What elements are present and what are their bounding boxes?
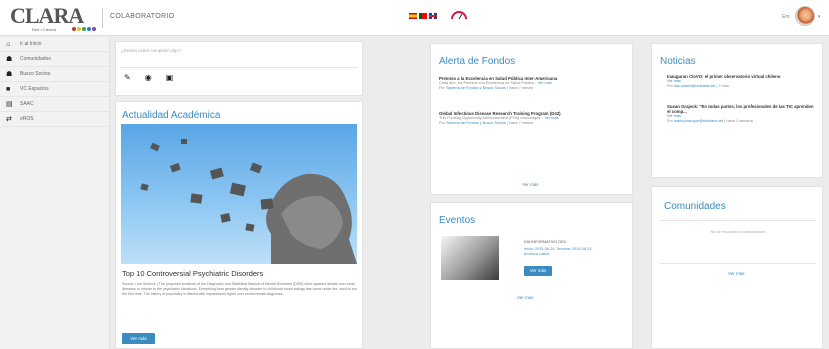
document-icon: ▤ bbox=[6, 101, 13, 108]
author-link[interactable]: maria.pracique@redclara.net bbox=[674, 119, 723, 123]
empty-text: No se encontraron comunidades bbox=[710, 230, 766, 234]
ver-mas-link[interactable]: Ver más bbox=[667, 114, 681, 118]
share-post-panel: ¿Desea usted compartir algo? ✎ ◉ ▣ bbox=[115, 41, 363, 96]
pencil-icon[interactable]: ✎ bbox=[124, 73, 131, 82]
camera-icon[interactable]: ◉ bbox=[145, 73, 152, 82]
by-label: Por bbox=[439, 86, 445, 90]
panel-title: Eventos bbox=[439, 215, 476, 226]
people-icon: ☗ bbox=[6, 71, 13, 78]
events-panel: Eventos DÍA INFORMATIVO DDC Inicio: 2015… bbox=[430, 202, 633, 349]
ver-mas-link[interactable]: Ver más bbox=[522, 182, 539, 187]
sidebar-item-busco-socios[interactable]: ☗ Busco Socios bbox=[0, 67, 109, 82]
share-input[interactable]: ¿Desea usted compartir algo? bbox=[121, 48, 181, 53]
ver-mas-button[interactable]: Ver más bbox=[524, 266, 552, 276]
article-title[interactable]: Top 10 Controversial Psychiatric Disorde… bbox=[122, 269, 263, 278]
fund-item-desc: Cada año, los Premios a la Excelencia en… bbox=[439, 81, 537, 85]
divider bbox=[120, 67, 358, 68]
header-divider bbox=[102, 8, 103, 28]
sidebar-item-label: SAAC bbox=[20, 101, 34, 107]
logo-dots bbox=[72, 27, 96, 31]
flag-spain-icon[interactable] bbox=[409, 13, 417, 19]
sidebar-item-label: Ir al Inicio bbox=[20, 41, 42, 47]
sidebar: ⌂ Ir al Inicio ☗ Comunidades ☗ Busco Socios… bbox=[0, 37, 110, 349]
sidebar-item-label: Busco Socios bbox=[20, 71, 51, 77]
gauge-icon[interactable] bbox=[450, 9, 468, 21]
user-name[interactable]: Em bbox=[782, 14, 790, 20]
clara-logo[interactable]: CLARA Red • Ciencia bbox=[10, 5, 98, 33]
event-place: América Latina bbox=[524, 252, 550, 256]
event-item: DÍA INFORMATIVO DDC Inicio: 2015-06-24, … bbox=[524, 240, 629, 257]
video-icon: ■ bbox=[6, 86, 11, 93]
ver-mas-link[interactable]: Ver más bbox=[545, 116, 559, 120]
ver-mas-link[interactable]: Ver más bbox=[538, 81, 552, 85]
time-ago: | Hace 1 semana bbox=[724, 119, 753, 123]
sidebar-item-inicio[interactable]: ⌂ Ir al Inicio bbox=[0, 37, 109, 52]
chevron-down-icon[interactable]: ▾ bbox=[818, 14, 821, 20]
ver-mas-link[interactable]: Ver más bbox=[728, 271, 745, 276]
event-image[interactable] bbox=[441, 236, 499, 280]
panel-title: Comunidades bbox=[664, 201, 726, 212]
film-icon[interactable]: ▣ bbox=[166, 73, 174, 82]
sidebar-item-label: Comunidades bbox=[20, 56, 51, 62]
top-header: CLARA Red • Ciencia COLABORATORIO Em ▾ bbox=[0, 0, 829, 36]
news-item: Susan Grajeck: "En todas partes, los pro… bbox=[667, 104, 817, 124]
author-link[interactable]: Sistema de Fondos y Busco Socios bbox=[446, 121, 506, 125]
exchange-icon: ⇄ bbox=[6, 116, 12, 123]
time-ago: | 7 días bbox=[716, 84, 729, 88]
panel-title: Noticias bbox=[660, 56, 696, 67]
time-ago: | Hace 7 meses bbox=[506, 121, 534, 125]
article-image[interactable] bbox=[121, 124, 357, 264]
news-item: Inauguran CloVO: el primer observatorio … bbox=[667, 74, 817, 89]
article-text: Source: Live Science | The proposed revi… bbox=[122, 282, 357, 297]
flag-portugal-icon[interactable] bbox=[419, 13, 427, 19]
logo-tagline: Red • Ciencia bbox=[32, 27, 57, 32]
academic-news-panel: Actualidad Académica Top 10 Controversia… bbox=[115, 101, 363, 349]
panel-title: Actualidad Académica bbox=[122, 110, 221, 121]
sidebar-item-label: VC Espacios bbox=[20, 86, 49, 92]
logo-text: CLARA bbox=[10, 3, 84, 28]
home-icon: ⌂ bbox=[6, 41, 11, 48]
time-ago: | Hace 7 meses bbox=[506, 86, 534, 90]
sidebar-item-label: eROS bbox=[20, 116, 34, 122]
sidebar-item-comunidades[interactable]: ☗ Comunidades bbox=[0, 52, 109, 67]
sidebar-item-saac[interactable]: ▤ SAAC bbox=[0, 97, 109, 112]
author-link[interactable]: Sistema de Fondos y Busco Socios bbox=[446, 86, 506, 90]
ver-mas-button[interactable]: Ver más bbox=[122, 333, 155, 344]
by-label: Por bbox=[667, 84, 673, 88]
divider bbox=[660, 263, 816, 264]
users-icon: ☗ bbox=[6, 56, 13, 63]
post-tools: ✎ ◉ ▣ bbox=[124, 73, 173, 82]
ver-mas-link[interactable]: Ver más bbox=[667, 79, 681, 83]
news-item-title[interactable]: Susan Grajeck: "En todas partes, los pro… bbox=[667, 104, 817, 114]
fund-item: Global Infectious Disease Research Train… bbox=[439, 111, 629, 126]
fund-alerts-panel: Alerta de Fondos Premios a la Excelencia… bbox=[430, 43, 633, 195]
fund-item-desc: This Funding Opportunity Announcement (F… bbox=[439, 116, 544, 120]
by-label: Por bbox=[439, 121, 445, 125]
app-title: COLABORATORIO bbox=[110, 13, 175, 20]
flag-uk-icon[interactable] bbox=[429, 13, 437, 19]
author-link[interactable]: luis.cassel@redclara.net bbox=[674, 84, 715, 88]
ver-mas-link[interactable]: Ver más bbox=[517, 295, 534, 300]
divider bbox=[660, 220, 816, 221]
fund-item: Premios a la Excelencia en Salud Pública… bbox=[439, 76, 629, 91]
sidebar-item-eros[interactable]: ⇄ eROS bbox=[0, 112, 109, 127]
communities-panel: Comunidades No se encontraron comunidade… bbox=[651, 186, 823, 349]
by-label: Por bbox=[667, 119, 673, 123]
event-title[interactable]: DÍA INFORMATIVO DDC bbox=[524, 240, 629, 245]
language-flags bbox=[409, 13, 437, 19]
sidebar-item-vc-espacios[interactable]: ■ VC Espacios bbox=[0, 82, 109, 97]
news-panel: Noticias Inauguran CloVO: el primer obse… bbox=[651, 43, 823, 178]
user-avatar[interactable] bbox=[795, 6, 815, 26]
panel-title: Alerta de Fondos bbox=[439, 56, 516, 67]
